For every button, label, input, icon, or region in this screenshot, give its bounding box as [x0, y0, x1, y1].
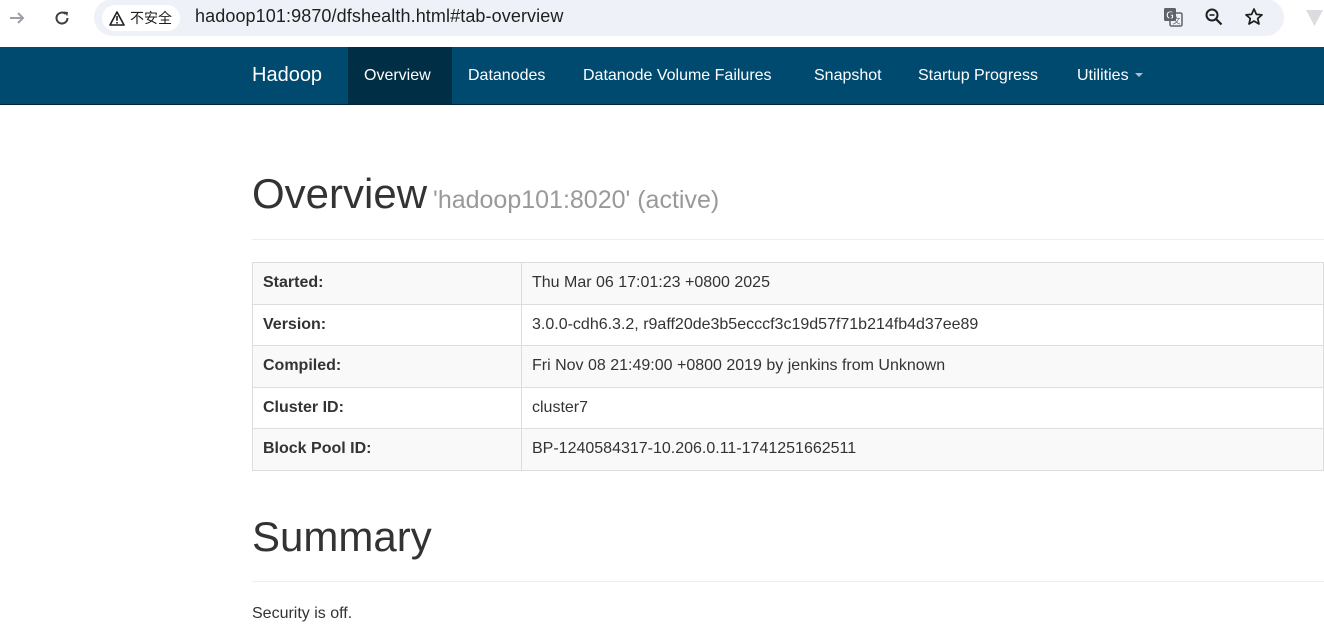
- brand-logo[interactable]: Hadoop: [252, 47, 322, 104]
- row-key: Block Pool ID:: [252, 428, 522, 471]
- table-row: Cluster ID: cluster7: [252, 386, 1324, 429]
- row-value: BP-1240584317-10.206.0.11-1741251662511: [521, 428, 1324, 471]
- tab-startup-progress[interactable]: Startup Progress: [902, 47, 1054, 104]
- summary-title: Summary: [252, 513, 432, 560]
- tab-overview[interactable]: Overview: [348, 47, 452, 104]
- tab-datanodes[interactable]: Datanodes: [452, 47, 561, 104]
- zoom-icon: [1205, 8, 1223, 26]
- table-row: Version: 3.0.0-cdh6.3.2, r9aff20de3b5ecc…: [252, 303, 1324, 346]
- table-row: Block Pool ID: BP-1240584317-10.206.0.11…: [252, 428, 1324, 471]
- warning-icon: [109, 10, 125, 26]
- row-key: Cluster ID:: [252, 386, 522, 429]
- utilities-label: Utilities: [1077, 67, 1129, 84]
- star-icon: [1245, 8, 1263, 25]
- bookmark-button[interactable]: [1243, 6, 1265, 28]
- top-navbar: Hadoop Overview Datanodes Datanode Volum…: [0, 47, 1324, 105]
- security-status: Security is off.: [252, 605, 353, 622]
- table-row: Started: Thu Mar 06 17:01:23 +0800 2025: [252, 262, 1324, 305]
- row-key: Compiled:: [252, 345, 522, 388]
- security-chip[interactable]: 不安全: [102, 5, 180, 31]
- page-title: Overview: [252, 170, 428, 217]
- summary-header: Summary: [252, 513, 1324, 582]
- arrow-right-icon: [10, 12, 25, 24]
- url-text[interactable]: hadoop101:9870/dfshealth.html#tab-overvi…: [195, 6, 563, 27]
- tab-snapshot[interactable]: Snapshot: [798, 47, 898, 104]
- page-subtitle: 'hadoop101:8020' (active): [433, 186, 720, 214]
- tab-datanode-volume-failures[interactable]: Datanode Volume Failures: [567, 47, 788, 104]
- row-value: cluster7: [521, 386, 1324, 429]
- extension-button[interactable]: [1305, 8, 1324, 33]
- translate-button[interactable]: G 文: [1162, 6, 1184, 28]
- reload-button[interactable]: [50, 6, 74, 30]
- caret-down-icon: [1134, 72, 1143, 77]
- security-label: 不安全: [130, 10, 172, 26]
- reload-icon: [55, 11, 69, 25]
- row-value: Thu Mar 06 17:01:23 +0800 2025: [521, 262, 1324, 305]
- row-value: 3.0.0-cdh6.3.2, r9aff20de3b5ecccf3c19d57…: [521, 303, 1324, 346]
- address-bar[interactable]: 不安全 hadoop101:9870/dfshealth.html#tab-ov…: [94, 0, 1284, 36]
- overview-table: Started: Thu Mar 06 17:01:23 +0800 2025 …: [252, 262, 1324, 471]
- extension-icon: [1306, 10, 1323, 26]
- tab-utilities[interactable]: Utilities: [1061, 47, 1159, 104]
- forward-button[interactable]: [5, 6, 29, 30]
- row-key: Version:: [252, 303, 522, 346]
- overview-header: Overview'hadoop101:8020' (active): [252, 170, 1324, 240]
- row-key: Started:: [252, 262, 522, 305]
- table-row: Compiled: Fri Nov 08 21:49:00 +0800 2019…: [252, 345, 1324, 388]
- browser-toolbar: 不安全 hadoop101:9870/dfshealth.html#tab-ov…: [0, 0, 1324, 47]
- svg-text:文: 文: [1173, 16, 1181, 26]
- row-value: Fri Nov 08 21:49:00 +0800 2019 by jenkin…: [521, 345, 1324, 388]
- zoom-button[interactable]: [1203, 6, 1225, 28]
- translate-icon: G 文: [1164, 8, 1183, 27]
